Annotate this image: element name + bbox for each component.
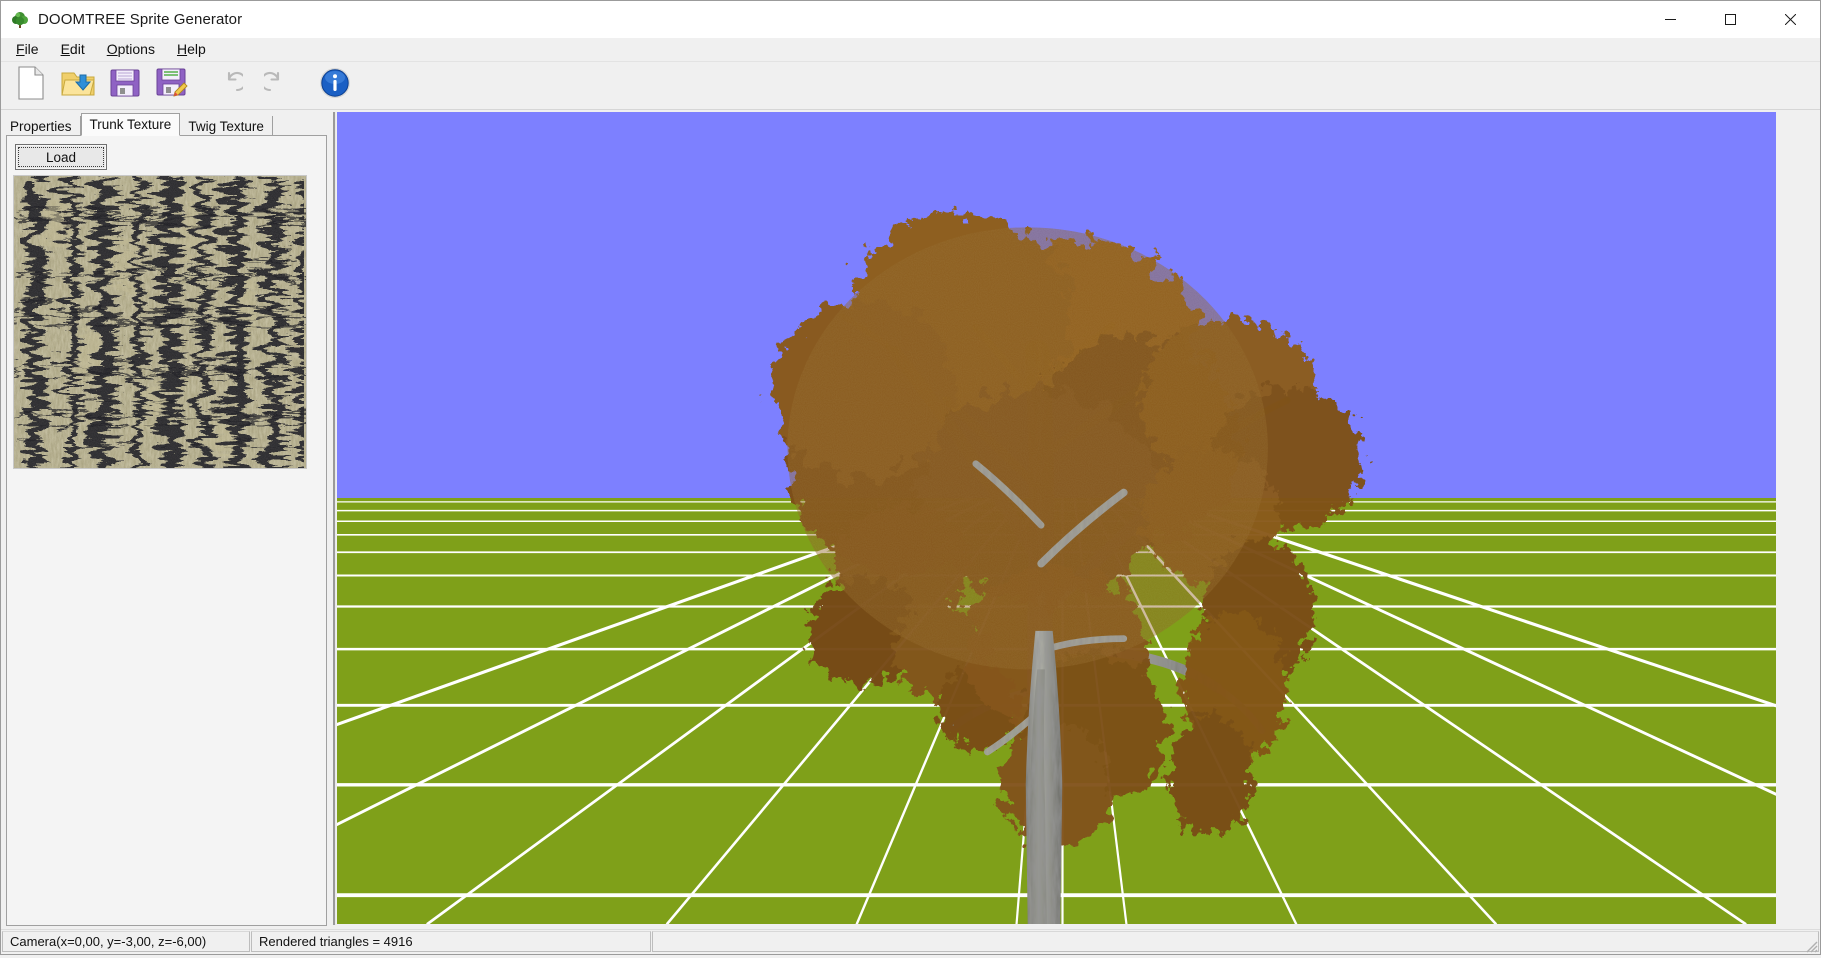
tab-twig-texture-label: Twig Texture xyxy=(188,119,264,134)
status-bar: Camera(x=0,00, y=-3,00, z=-6,00) Rendere… xyxy=(1,929,1820,954)
redo-arrow-icon xyxy=(264,71,290,100)
minimize-icon[interactable] xyxy=(1640,1,1700,38)
bark-texture-image xyxy=(14,176,306,468)
resize-grip[interactable] xyxy=(1802,937,1818,953)
status-filler xyxy=(652,931,1819,952)
maximize-icon[interactable] xyxy=(1700,1,1760,38)
sidebar-panel: Properties Trunk Texture Twig Texture Lo… xyxy=(1,110,331,929)
undo-arrow-icon xyxy=(217,71,243,100)
toolbar xyxy=(1,62,1820,110)
ground-plane xyxy=(337,498,1776,924)
open-folder-icon xyxy=(61,67,95,104)
tab-trunk-texture[interactable]: Trunk Texture xyxy=(81,113,181,136)
new-file-button[interactable] xyxy=(10,65,51,106)
undo-button[interactable] xyxy=(209,65,250,106)
sky-background xyxy=(337,112,1776,498)
tab-properties-label: Properties xyxy=(10,119,72,134)
menu-item-edit[interactable]: Edit xyxy=(53,39,97,60)
new-document-icon xyxy=(16,66,46,105)
menu-bar: FFileile Edit Options Help xyxy=(1,38,1820,62)
perspective-grid xyxy=(337,498,1776,924)
window-controls xyxy=(1640,1,1820,38)
trunk-texture-panel: Load xyxy=(6,135,327,926)
menu-item-help[interactable]: Help xyxy=(169,39,218,60)
info-circle-icon xyxy=(319,67,351,104)
texture-tabs: Properties Trunk Texture Twig Texture xyxy=(1,112,331,135)
app-window: DOOMTREE Sprite Generator FFileile Edit … xyxy=(0,0,1821,955)
viewport-container xyxy=(337,110,1820,929)
floppy-disk-icon xyxy=(110,68,140,103)
window-title: DOOMTREE Sprite Generator xyxy=(38,11,242,28)
focus-outline xyxy=(18,147,104,167)
floppy-pencil-icon xyxy=(156,67,188,104)
title-bar: DOOMTREE Sprite Generator xyxy=(1,1,1820,38)
tree-icon xyxy=(10,10,30,30)
tab-trunk-texture-label: Trunk Texture xyxy=(90,117,172,132)
tab-twig-texture[interactable]: Twig Texture xyxy=(180,116,273,135)
about-button[interactable] xyxy=(314,65,355,106)
render-viewport[interactable] xyxy=(337,112,1776,924)
trunk-texture-preview[interactable] xyxy=(13,175,307,469)
save-button[interactable] xyxy=(104,65,145,106)
toolbar-separator xyxy=(198,65,209,106)
save-as-button[interactable] xyxy=(151,65,192,106)
tab-properties[interactable]: Properties xyxy=(2,116,81,135)
status-triangles: Rendered triangles = 4916 xyxy=(251,931,651,952)
open-file-button[interactable] xyxy=(57,65,98,106)
menu-item-options[interactable]: Options xyxy=(99,39,167,60)
menu-item-file[interactable]: FFileile xyxy=(8,39,51,60)
redo-button[interactable] xyxy=(256,65,297,106)
toolbar-separator-2 xyxy=(303,65,314,106)
main-area: Properties Trunk Texture Twig Texture Lo… xyxy=(1,110,1820,929)
close-icon[interactable] xyxy=(1760,1,1820,38)
load-texture-button[interactable]: Load xyxy=(15,144,107,170)
status-camera: Camera(x=0,00, y=-3,00, z=-6,00) xyxy=(2,931,250,952)
